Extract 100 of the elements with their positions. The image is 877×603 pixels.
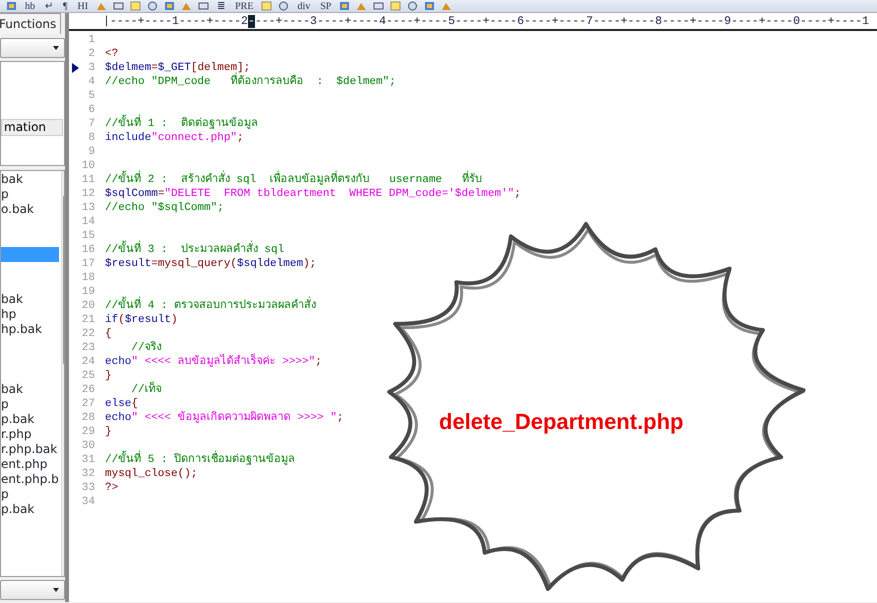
file-list-item[interactable]: p.bak	[1, 412, 59, 427]
code-line: mysql_close();	[105, 467, 198, 481]
line-number: 14	[81, 215, 95, 229]
toolbar-button[interactable]: HI	[76, 0, 90, 12]
line-number: 11	[81, 173, 95, 187]
code-line: else{	[105, 397, 138, 411]
toolbar-button[interactable]: div	[295, 0, 312, 12]
line-number: 34	[81, 495, 95, 509]
code-line: {	[105, 327, 112, 341]
code-line: }	[105, 369, 112, 383]
toolbar-icon[interactable]	[261, 1, 272, 11]
file-list-item[interactable]: r.php.bak	[1, 442, 59, 457]
caret-icon	[52, 44, 60, 52]
code-line: //จริง	[130, 341, 162, 355]
line-number: 2	[87, 47, 95, 61]
toolbar-button[interactable]: SP	[318, 0, 334, 12]
line-number: 9	[87, 145, 95, 159]
file-list-item[interactable]: ent.php	[1, 457, 59, 472]
line-number: 21	[81, 313, 95, 327]
code-line: //ขั้นที่ 5 : ปิดการเชื่อมต่อฐานข้อมูล	[105, 453, 296, 467]
line-number: 28	[81, 411, 95, 425]
ruler: |----+----1----+----2----+----3----+----4----+----5----+----6----+----7----+----8----+----9----+----0----+----1	[69, 13, 877, 31]
toolbar-icon[interactable]	[198, 1, 210, 11]
burst-title: delete_Department.php	[439, 408, 684, 436]
line-number: 24	[81, 355, 95, 369]
code-line: //เท็จ	[105, 383, 162, 397]
toolbar-button[interactable]: ¶	[61, 0, 70, 12]
functions-tab[interactable]: Functions	[0, 13, 62, 34]
toolbar-icon[interactable]	[130, 1, 142, 11]
panel-button[interactable]: mation	[1, 119, 63, 136]
file-list-item[interactable]: bak	[1, 172, 59, 187]
file-list-item[interactable]: p	[1, 187, 59, 202]
line-number: 18	[81, 271, 95, 285]
line-number: 30	[81, 439, 95, 453]
line-number: 15	[81, 229, 95, 243]
file-list-item[interactable]: p	[1, 487, 59, 502]
code-line: //ขั้นที่ 2 : สร้างคำสั่ง sql เพื่อลบข้อมูลที่ตรงกับ username ที่รับ	[105, 173, 482, 187]
toolbar-icon[interactable]	[424, 1, 436, 11]
caret-icon	[52, 586, 60, 594]
dropdown[interactable]	[0, 580, 65, 600]
toolbar-icon[interactable]	[339, 1, 350, 11]
code-line: ?>	[105, 481, 118, 495]
code-line: if($result)	[105, 313, 178, 327]
line-number: 3	[87, 61, 95, 75]
line-number: 23	[81, 341, 95, 355]
line-number: 19	[81, 285, 95, 299]
line-number: 29	[81, 425, 95, 439]
toolbar-icon[interactable]	[278, 1, 290, 11]
toolbar-button[interactable]: ↵	[43, 0, 55, 12]
line-number: 1	[87, 33, 95, 47]
file-list-item[interactable]: p.bak	[1, 502, 59, 517]
file-list-item[interactable]: p	[1, 397, 59, 412]
line-number: 17	[81, 257, 95, 271]
line-number: 33	[81, 481, 95, 495]
file-list-item[interactable]: hp.bak	[1, 322, 59, 337]
line-number: 13	[81, 201, 95, 215]
code-line: $delmem=$_GET[delmem];	[105, 61, 250, 74]
toolbar-icon[interactable]	[164, 1, 176, 11]
toolbar-icon[interactable]	[113, 1, 124, 11]
toolbar-button[interactable]: ≣	[215, 0, 228, 12]
line-number: 5	[87, 89, 95, 103]
dropdown[interactable]	[0, 38, 65, 58]
code-line: <?	[105, 47, 118, 61]
code-line: //echo "DPM_code ที่ต้องการลบคือ : $delmem";	[105, 75, 396, 89]
code-line: //ขั้นที่ 1 : ติดต่อฐานข้อมูล	[105, 117, 258, 131]
line-number: 8	[87, 131, 95, 145]
toolbar-icon[interactable]	[407, 1, 418, 11]
code-line: echo" <<<< ลบข้อมูลได้สำเร็จค่ะ >>>>";	[105, 355, 322, 369]
line-number: 12	[81, 187, 95, 201]
toolbar-button[interactable]: hb	[23, 0, 37, 12]
code-line: //echo "$sqlComm";	[105, 201, 224, 215]
current-line-marker-icon	[72, 63, 78, 73]
toolbar-icon[interactable]	[373, 1, 384, 11]
line-number: 10	[81, 159, 95, 173]
line-number: 31	[81, 453, 95, 467]
code-line: $sqlComm="DELETE FROM tbldeartment WHERE DPM_code='$delmem'";	[105, 187, 521, 201]
code-line: //ขั้นที่ 4 : ตรวจสอบการประมวลผลคำสั่ง	[105, 299, 316, 313]
file-list-item[interactable]: bak	[1, 382, 59, 397]
code-line: $result=mysql_query($sqldelmem);	[105, 257, 316, 271]
line-number: 32	[81, 467, 95, 481]
code-line: include"connect.php";	[105, 131, 244, 145]
file-list-item[interactable]: bak	[1, 292, 59, 307]
code-line: echo" <<<< ข้อมูลเกิดความผิดพลาด >>>> ";	[105, 411, 344, 425]
line-number: 27	[81, 397, 95, 411]
line-number: 16	[81, 243, 95, 257]
code-line: //ขั้นที่ 3 : ประมวลผลคำสั่ง sql	[105, 243, 284, 257]
file-list-item[interactable]: o.bak	[1, 202, 59, 217]
toolbar-icon[interactable]	[6, 1, 17, 11]
toolbar-button[interactable]: PRE	[233, 0, 256, 12]
line-number: 20	[81, 299, 95, 313]
line-number: 7	[87, 117, 95, 131]
line-number: 22	[81, 327, 95, 341]
file-list-item[interactable]: hp	[1, 307, 59, 322]
line-number: 6	[87, 103, 95, 117]
line-number: 25	[81, 369, 95, 383]
toolbar-icon[interactable]	[390, 1, 402, 11]
line-number: 4	[87, 75, 95, 89]
toolbar-icon[interactable]	[147, 1, 158, 11]
file-list-item[interactable]: ent.php.b	[1, 472, 59, 487]
file-list-item[interactable]: r.php	[1, 427, 59, 442]
